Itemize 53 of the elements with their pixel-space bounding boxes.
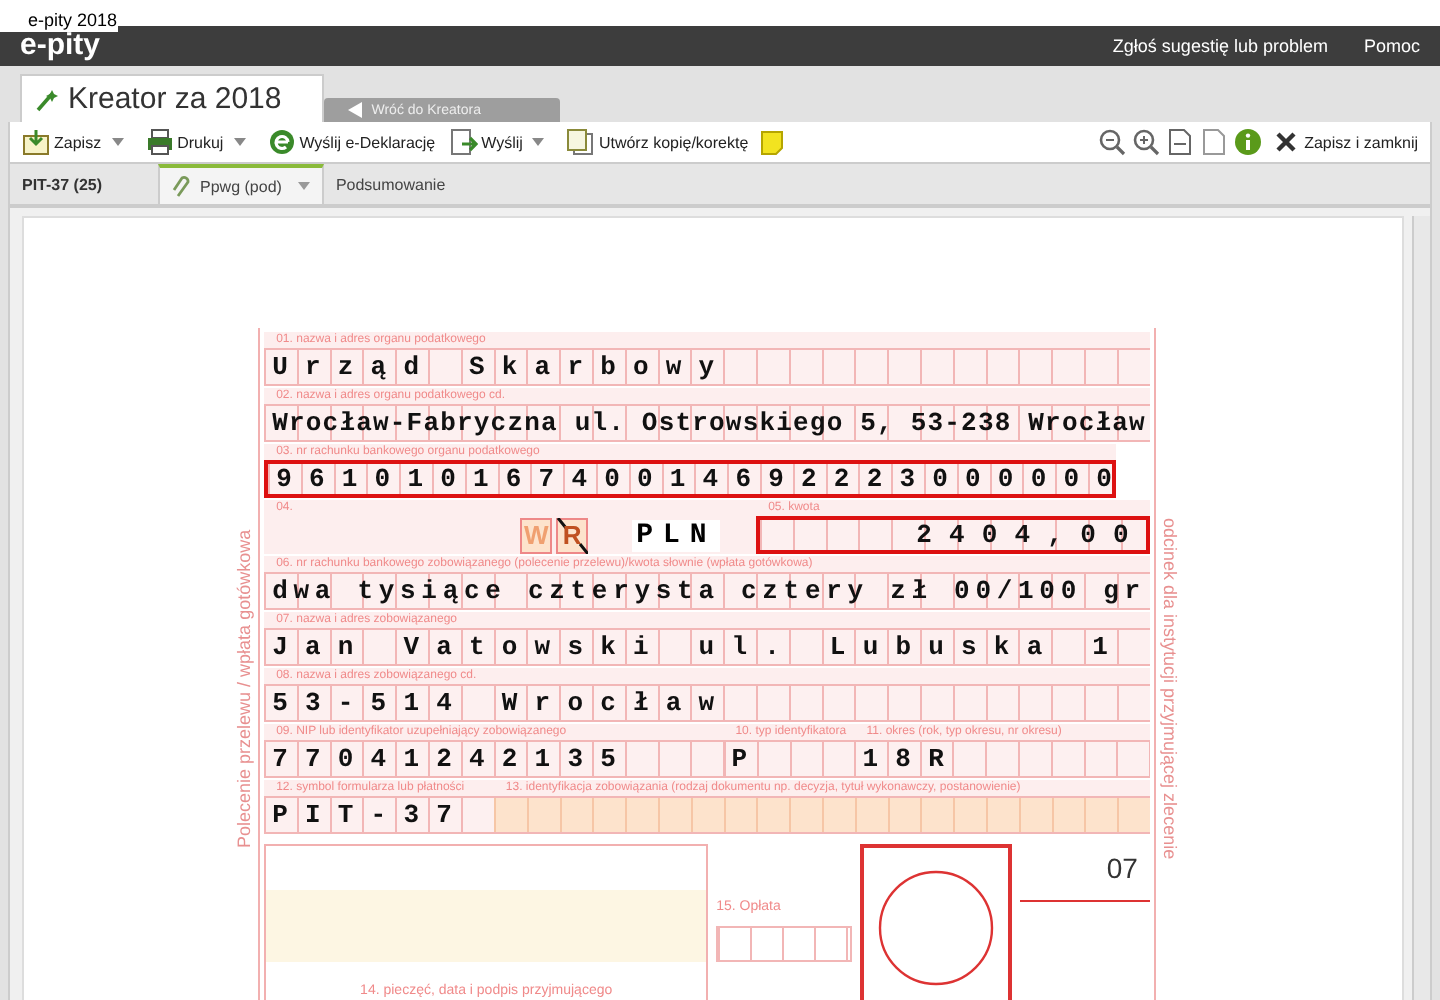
side-caption: Polecenie przelewu / wpłata gotówkowa xyxy=(234,526,255,852)
form-field[interactable] xyxy=(493,796,1150,834)
toolbar-button[interactable]: Zapisz i zamknij xyxy=(1268,128,1422,156)
caret-icon xyxy=(297,182,310,190)
page-icon[interactable] xyxy=(1200,128,1229,156)
option-box[interactable]: R xyxy=(556,517,589,553)
logo: e-pity xyxy=(20,28,101,64)
print-icon xyxy=(145,128,174,156)
e-letter-icon xyxy=(267,128,296,156)
dropdown-arrow[interactable] xyxy=(111,138,124,146)
header-link[interactable]: Pomoc xyxy=(1363,36,1420,56)
window-title: e-pity 2018 xyxy=(0,10,118,32)
tab[interactable]: Podsumowanie xyxy=(323,164,458,204)
form-field[interactable]: 2404,00 xyxy=(756,516,1150,554)
scrollbar[interactable] xyxy=(1412,216,1430,1000)
toolbar-button[interactable]: Utwórz kopię/korektę xyxy=(562,128,753,156)
header-link[interactable]: Zgłoś sugestię lub problem xyxy=(1112,36,1328,56)
toolbar-button[interactable]: Wyślij xyxy=(445,128,527,156)
form-field[interactable]: 77041242135 xyxy=(264,740,724,778)
sticky-note-icon[interactable] xyxy=(758,128,787,156)
dropdown-arrow[interactable] xyxy=(233,138,246,146)
wand-icon xyxy=(34,87,58,111)
form-field[interactable]: PIT-37 xyxy=(264,796,494,834)
circle-icon xyxy=(876,868,997,988)
form-field[interactable]: 53-514 Wrocław xyxy=(264,684,1150,722)
tab[interactable]: Kreator za 2018 xyxy=(20,74,324,122)
side-caption: odcinek dla instytucji przyjmującej zlecenie xyxy=(1159,515,1180,863)
page-icon[interactable] xyxy=(1166,128,1195,156)
zoom-out-icon[interactable] xyxy=(1098,128,1127,156)
left-triangle-icon xyxy=(347,102,362,118)
close-icon xyxy=(1272,128,1301,156)
form-field[interactable]: Urząd Skarbowy xyxy=(264,348,1150,386)
zoom-in-icon[interactable] xyxy=(1132,128,1161,156)
form-field[interactable]: Jan Vatowski ul. Lubuska 1 xyxy=(264,628,1150,666)
info-icon[interactable] xyxy=(1234,128,1263,156)
toolbar-button[interactable]: Zapisz xyxy=(18,128,106,156)
form-title: PIT-37 (25) xyxy=(20,173,105,198)
form-number: 07 xyxy=(1104,850,1140,888)
copy-icon xyxy=(566,128,595,156)
fee-field[interactable] xyxy=(716,926,853,962)
form-field[interactable]: P xyxy=(723,740,855,778)
form-field[interactable]: Wrocław-Fabryczna ul. Ostrowskiego 5, 53-238 Wrocław xyxy=(264,404,1150,442)
form-field[interactable]: 96101016740014692223000000 xyxy=(264,460,1117,498)
currency-field: PLN xyxy=(632,519,721,551)
paperclip-icon xyxy=(172,174,193,198)
toolbar-button[interactable]: Drukuj xyxy=(141,128,228,156)
save-icon xyxy=(22,128,50,156)
form-field[interactable]: 18R xyxy=(854,740,1150,778)
toolbar-button[interactable]: Wyślij e-Deklarację xyxy=(263,128,440,156)
dropdown-arrow[interactable] xyxy=(532,138,545,146)
form-field[interactable]: dwa tysiące czterysta cztery zł 00/100 gr xyxy=(264,572,1150,610)
document-arrow-icon xyxy=(449,128,478,156)
tab[interactable]: Ppwg (pod) xyxy=(158,164,324,204)
